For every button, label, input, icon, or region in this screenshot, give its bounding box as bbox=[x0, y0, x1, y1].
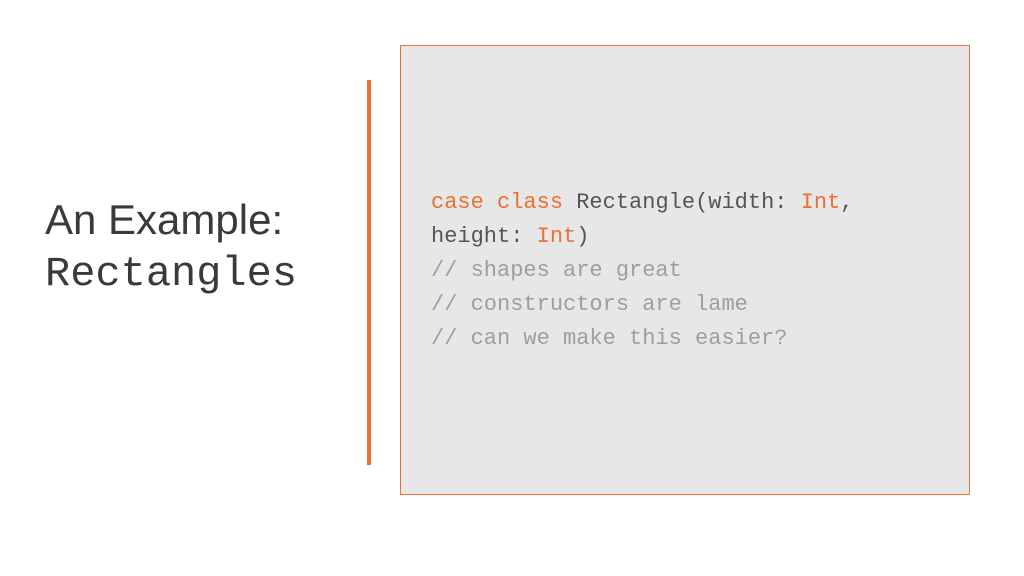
comment-line-1: // shapes are great bbox=[431, 254, 939, 288]
code-declaration: case class Rectangle(width: Int, height:… bbox=[431, 186, 939, 254]
param2-name: height bbox=[431, 224, 510, 249]
param2-type: Int bbox=[537, 224, 577, 249]
keyword-class: class bbox=[497, 190, 563, 215]
param1-type: Int bbox=[801, 190, 841, 215]
comment-line-2: // constructors are lame bbox=[431, 288, 939, 322]
title-line-2: Rectangles bbox=[45, 249, 345, 299]
title-line-1: An Example: bbox=[45, 195, 345, 245]
code-block: case class Rectangle(width: Int, height:… bbox=[400, 45, 970, 495]
vertical-divider bbox=[367, 80, 371, 465]
slide-title: An Example: Rectangles bbox=[45, 195, 345, 300]
comment-line-3: // can we make this easier? bbox=[431, 322, 939, 356]
class-name: Rectangle bbox=[576, 190, 695, 215]
keyword-case: case bbox=[431, 190, 484, 215]
param1-name: width bbox=[708, 190, 774, 215]
